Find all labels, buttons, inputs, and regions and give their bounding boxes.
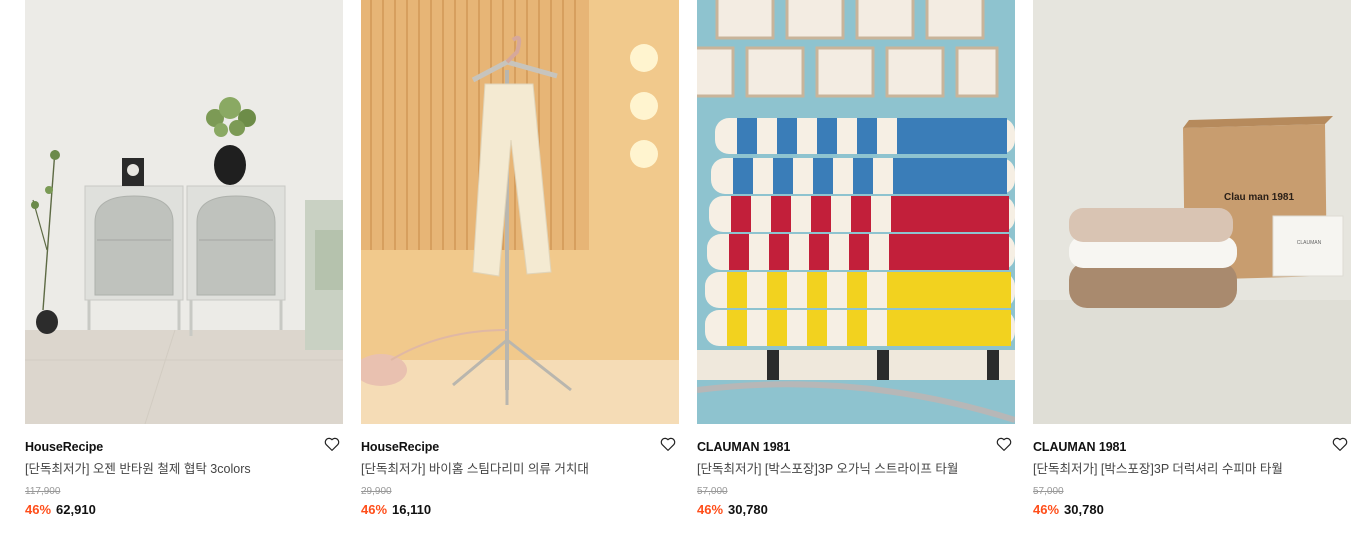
brand-name[interactable]: CLAUMAN 1981	[697, 438, 1015, 456]
sale-price: 16,110	[392, 502, 432, 517]
heart-outline-icon[interactable]	[659, 435, 677, 453]
striped-towels-photo	[697, 0, 1015, 424]
price-row: 46% 62,910	[25, 502, 343, 518]
price-row: 46% 30,780	[1033, 502, 1351, 518]
discount-rate: 46%	[25, 502, 52, 517]
product-card[interactable]: CLAUMAN 1981 [단독최저가] [박스포장]3P 오가닉 스트라이프 …	[697, 0, 1015, 534]
discount-rate: 46%	[361, 502, 388, 517]
heart-outline-icon[interactable]	[323, 435, 341, 453]
heart-outline-icon[interactable]	[1331, 435, 1349, 453]
product-card[interactable]: HouseRecipe [단독최저가] 오젠 반타원 철제 협탁 3colors…	[25, 0, 343, 534]
product-card[interactable]: Clau man 1981 CLAUMAN CLAUMAN 1981 [단독최저…	[1033, 0, 1351, 534]
brand-name[interactable]: HouseRecipe	[25, 438, 343, 456]
discount-rate: 46%	[1033, 502, 1060, 517]
white-arched-cabinet-photo	[25, 0, 343, 424]
garment-steamer-stand-photo	[361, 0, 679, 424]
product-image[interactable]	[25, 0, 343, 424]
product-image[interactable]	[697, 0, 1015, 424]
box-logo-text: Clau man 1981	[1224, 192, 1294, 203]
original-price: 117,900	[25, 486, 61, 497]
brand-name[interactable]: CLAUMAN 1981	[1033, 438, 1351, 456]
original-price: 57,000	[1033, 486, 1064, 497]
price-row: 46% 16,110	[361, 502, 679, 518]
product-title[interactable]: [단독최저가] [박스포장]3P 오가닉 스트라이프 타월	[697, 460, 1015, 478]
product-title[interactable]: [단독최저가] 바이홈 스팀다리미 의류 거치대	[361, 460, 679, 478]
product-image[interactable]	[361, 0, 679, 424]
product-grid: HouseRecipe [단독최저가] 오젠 반타원 철제 협탁 3colors…	[0, 0, 1357, 534]
price-row: 46% 30,780	[697, 502, 1015, 518]
sale-price: 62,910	[56, 502, 96, 517]
product-card[interactable]: HouseRecipe [단독최저가] 바이홈 스팀다리미 의류 거치대 29,…	[361, 0, 679, 534]
original-price: 57,000	[697, 486, 728, 497]
discount-rate: 46%	[697, 502, 724, 517]
product-title[interactable]: [단독최저가] 오젠 반타원 철제 협탁 3colors	[25, 460, 343, 478]
brand-name[interactable]: HouseRecipe	[361, 438, 679, 456]
towel-gift-box-photo: Clau man 1981 CLAUMAN	[1033, 0, 1351, 424]
card-text: CLAUMAN	[1297, 240, 1322, 246]
product-image[interactable]: Clau man 1981 CLAUMAN	[1033, 0, 1351, 424]
original-price: 29,900	[361, 486, 392, 497]
sale-price: 30,780	[728, 502, 768, 517]
heart-outline-icon[interactable]	[995, 435, 1013, 453]
product-title[interactable]: [단독최저가] [박스포장]3P 더럭셔리 수피마 타월	[1033, 460, 1351, 478]
sale-price: 30,780	[1064, 502, 1104, 517]
